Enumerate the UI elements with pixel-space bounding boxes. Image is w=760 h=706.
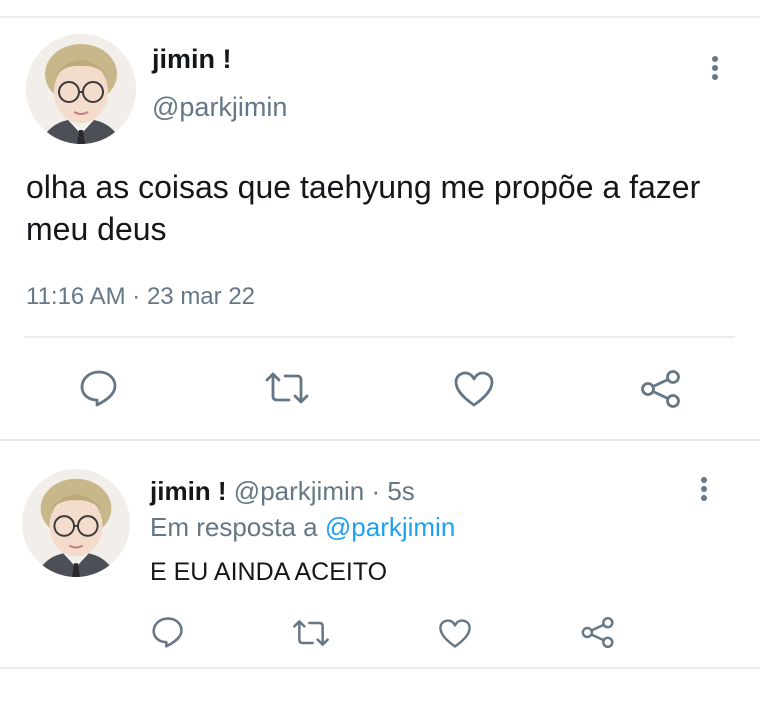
user-handle[interactable]: @parkjimin [152, 92, 287, 123]
reply-text: E EU AINDA ACEITO [150, 558, 388, 586]
avatar[interactable] [26, 34, 136, 144]
speech-bubble-icon [80, 370, 117, 407]
reply-display-name[interactable]: jimin ! [150, 476, 227, 506]
tweet-text: olha as coisas que taehyung me propõe a … [26, 169, 701, 247]
more-vertical-icon[interactable] [709, 56, 721, 83]
reply-retweet-button[interactable] [291, 618, 331, 648]
reply-share-button[interactable] [580, 616, 616, 649]
reply-user-handle[interactable]: @parkjimin [234, 476, 364, 506]
display-name[interactable]: jimin ! [152, 44, 232, 75]
avatar-photo-icon [22, 469, 130, 577]
heart-icon [454, 371, 494, 407]
top-divider [0, 16, 760, 18]
share-nodes-icon [581, 616, 614, 649]
retweet-arrows-icon [265, 372, 309, 404]
share-nodes-icon [641, 370, 680, 408]
retweet-arrows-icon [293, 620, 329, 646]
inner-divider [24, 336, 735, 338]
reply-like-button[interactable] [438, 618, 472, 649]
like-button[interactable] [453, 370, 495, 408]
reply-button[interactable] [79, 369, 119, 407]
reply-time: · 5s [371, 476, 415, 506]
reply-more-vertical-icon[interactable] [698, 477, 710, 504]
section-divider [0, 439, 760, 441]
heart-icon [439, 619, 471, 648]
share-button[interactable] [639, 369, 683, 409]
bottom-divider [0, 667, 760, 669]
reply-header: jimin ! @parkjimin · 5s [150, 476, 415, 507]
avatar-photo-icon [26, 34, 136, 144]
replying-prefix: Em resposta a [150, 512, 318, 542]
reply-reply-button[interactable] [151, 616, 185, 648]
tweet-timestamp[interactable]: 11:16 AM · 23 mar 22 [26, 283, 255, 311]
replying-to-line: Em resposta a @parkjimin [150, 512, 455, 543]
replying-mention-link[interactable]: @parkjimin [325, 512, 455, 542]
speech-bubble-icon [152, 617, 183, 648]
reply-avatar[interactable] [22, 469, 130, 577]
retweet-button[interactable] [263, 370, 311, 406]
